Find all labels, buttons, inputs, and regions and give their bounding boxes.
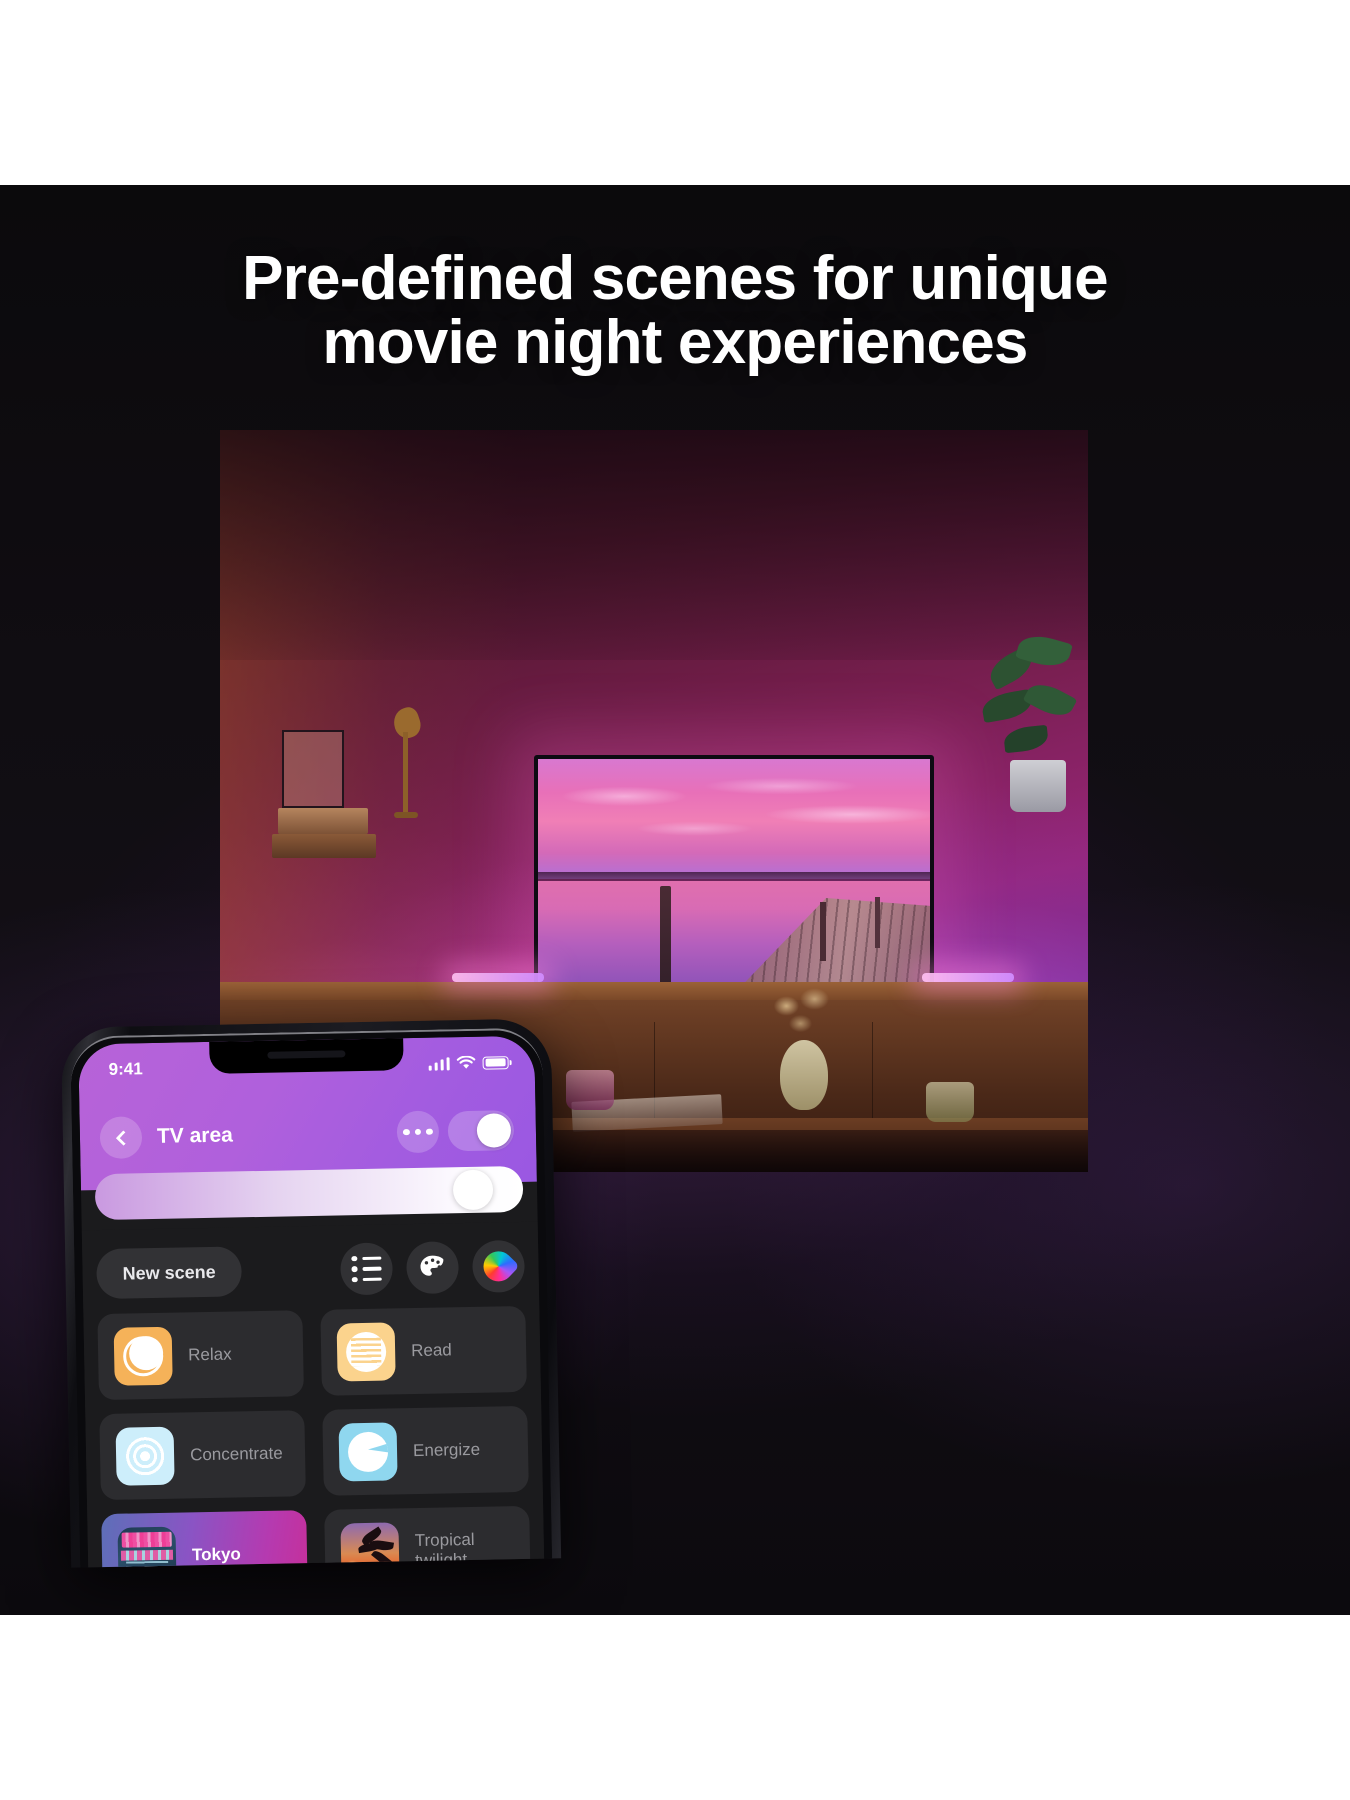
page-root: Pre-defined scenes for unique movie nigh… (0, 0, 1350, 1800)
toolbar-icons (340, 1239, 526, 1296)
tv-pier-post-2 (820, 901, 827, 962)
app-nav-row: TV area (79, 1102, 536, 1167)
wall-top-shadow (220, 430, 1088, 660)
scene-label: Energize (412, 1440, 481, 1461)
energize-icon (338, 1422, 398, 1482)
room-power-toggle[interactable] (447, 1110, 515, 1152)
phone-notch (209, 1038, 404, 1074)
plant-leaves (978, 630, 1088, 775)
television (534, 755, 934, 993)
wifi-icon (456, 1055, 476, 1069)
drink-glass-right (926, 1082, 974, 1122)
battery-full-icon (482, 1055, 509, 1070)
color-palette-button[interactable] (406, 1241, 460, 1295)
color-palette-icon (420, 1255, 444, 1276)
tv-clouds (538, 768, 930, 870)
cellular-bars-icon (428, 1056, 450, 1071)
toggle-knob (476, 1113, 512, 1148)
phone-screen: 9:41 TV area New scene Relax Read Concen… (78, 1035, 545, 1568)
dried-flowers (760, 978, 848, 1048)
plant-pot (1010, 760, 1066, 812)
tv-pier-post-3 (875, 897, 881, 948)
tropical-twilight-icon (340, 1522, 400, 1568)
nav-right-controls (396, 1109, 515, 1154)
scene-label: Tokyo (191, 1544, 241, 1565)
scene-card-tokyo[interactable]: Tokyo (101, 1510, 308, 1568)
scene-card-concentrate[interactable]: Concentrate (99, 1410, 306, 1501)
list-view-icon (351, 1255, 382, 1283)
scene-label: Tropical twilight (414, 1530, 475, 1568)
books-decor (278, 808, 368, 834)
scene-label: Relax (187, 1344, 232, 1365)
app-content: New scene Relax Read Concentrate Energiz… (81, 1221, 545, 1568)
scene-card-tropical-twilight[interactable]: Tropical twilight (324, 1505, 531, 1568)
room-title: TV area (156, 1123, 234, 1148)
scene-card-relax[interactable]: Relax (97, 1310, 304, 1401)
list-view-button[interactable] (340, 1242, 394, 1296)
tv-pier-post (659, 885, 671, 987)
read-icon (336, 1322, 396, 1382)
color-wheel-button[interactable] (472, 1239, 526, 1293)
new-scene-button[interactable]: New scene (96, 1246, 243, 1300)
scene-label: Read (410, 1340, 452, 1361)
vase (780, 1040, 828, 1110)
chevron-left-icon (115, 1129, 131, 1146)
hero-panel: Pre-defined scenes for unique movie nigh… (0, 185, 1350, 1615)
hue-light-bar-right (922, 973, 1014, 982)
hue-light-bar-left (452, 973, 544, 982)
drink-glass-left (566, 1070, 614, 1110)
scene-grid: Relax Read Concentrate Energize Tokyo Tr… (97, 1305, 531, 1568)
page-title: Pre-defined scenes for unique movie nigh… (242, 244, 1108, 377)
back-button[interactable] (99, 1116, 143, 1160)
status-time: 9:41 (108, 1059, 143, 1079)
concentrate-icon (115, 1426, 175, 1486)
scenes-toolbar: New scene (96, 1238, 526, 1302)
scene-card-energize[interactable]: Energize (322, 1405, 529, 1496)
books-decor-2 (272, 834, 376, 858)
earpiece-speaker-icon (267, 1050, 346, 1059)
phone-mockup: 9:41 TV area New scene Relax Read Concen… (60, 1018, 562, 1568)
scene-label: Concentrate (189, 1443, 283, 1465)
tokyo-scene-icon (117, 1526, 177, 1568)
brightness-slider[interactable] (94, 1165, 524, 1221)
brightness-slider-knob[interactable] (452, 1169, 494, 1211)
more-options-icon (403, 1128, 433, 1136)
bird-figurine-decor (388, 704, 424, 838)
scene-card-read[interactable]: Read (320, 1305, 527, 1396)
color-wheel-icon (477, 1245, 520, 1288)
more-options-button[interactable] (396, 1110, 440, 1154)
relax-icon (113, 1326, 173, 1386)
status-indicators (428, 1055, 509, 1071)
picture-frame-decor (282, 730, 344, 808)
